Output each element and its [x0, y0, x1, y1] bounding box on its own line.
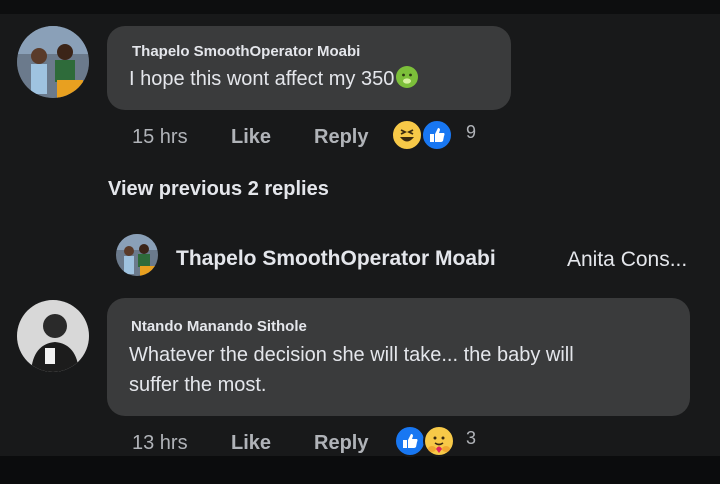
- reply-avatar[interactable]: [116, 234, 158, 276]
- top-strip: [0, 0, 720, 14]
- reply-snippet[interactable]: Anita Cons...: [567, 248, 687, 272]
- reply-button[interactable]: Reply: [314, 432, 368, 455]
- comment-text-content: I hope this wont affect my 350: [129, 68, 395, 90]
- reply-author[interactable]: Thapelo SmoothOperator Moabi: [176, 247, 496, 271]
- avatar[interactable]: [17, 300, 89, 372]
- nauseated-face-icon: [396, 66, 419, 88]
- laughing-face-icon[interactable]: [391, 119, 423, 151]
- bottom-strip: [0, 456, 720, 484]
- comment-text: I hope this wont affect my 350: [129, 64, 419, 94]
- comment-text-line: Whatever the decision she will take... t…: [129, 344, 574, 366]
- comment-author[interactable]: Ntando Manando Sithole: [131, 318, 307, 335]
- reaction-count[interactable]: 9: [466, 122, 476, 143]
- like-thumb-icon[interactable]: [394, 425, 426, 457]
- care-hug-icon[interactable]: [423, 425, 455, 457]
- like-button[interactable]: Like: [231, 432, 271, 455]
- reply-button[interactable]: Reply: [314, 126, 368, 149]
- avatar[interactable]: [17, 26, 89, 98]
- like-thumb-icon[interactable]: [421, 119, 453, 151]
- comment-text-line: suffer the most.: [129, 374, 267, 396]
- comment-time[interactable]: 15 hrs: [132, 126, 188, 149]
- like-button[interactable]: Like: [231, 126, 271, 149]
- comment-author[interactable]: Thapelo SmoothOperator Moabi: [132, 43, 360, 60]
- comments-page: Thapelo SmoothOperator Moabi I hope this…: [0, 0, 720, 484]
- comment-time[interactable]: 13 hrs: [132, 432, 188, 455]
- reaction-count[interactable]: 3: [466, 428, 476, 449]
- view-previous-replies-link[interactable]: View previous 2 replies: [108, 178, 329, 201]
